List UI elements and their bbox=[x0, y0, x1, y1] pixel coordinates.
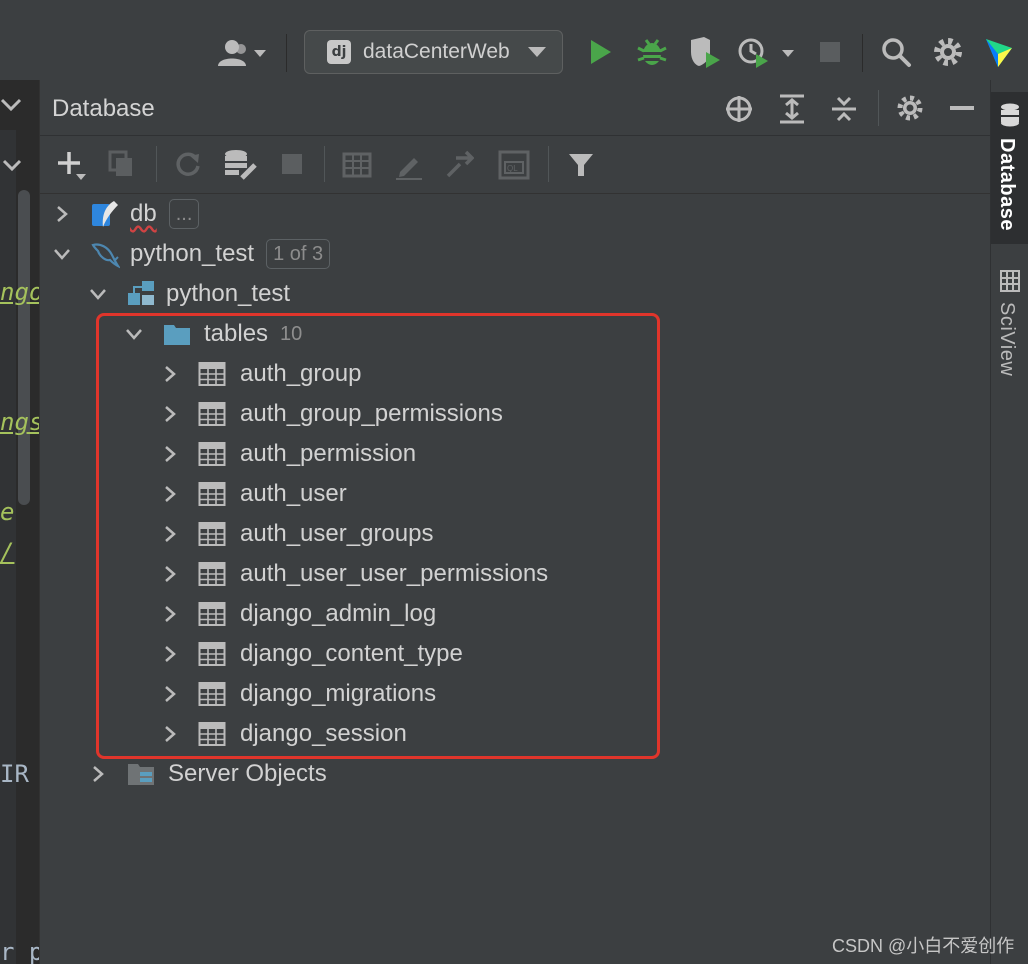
tree-node-connection[interactable]: python_test 1 of 3 bbox=[52, 234, 331, 274]
more-badge[interactable]: ... bbox=[168, 199, 200, 229]
right-tool-window-strip: Database SciView bbox=[990, 80, 1028, 964]
toolbox-app-icon[interactable] bbox=[982, 36, 1016, 70]
tree-node-db[interactable]: db ... bbox=[52, 194, 200, 234]
refresh-icon bbox=[174, 150, 202, 183]
debug-icon[interactable] bbox=[636, 36, 668, 68]
user-icon[interactable] bbox=[214, 36, 270, 70]
coverage-icon[interactable] bbox=[688, 36, 722, 70]
jump-to-source-icon bbox=[444, 150, 475, 185]
code-fragment: ngs bbox=[0, 408, 40, 436]
data-source-properties-icon[interactable] bbox=[222, 148, 258, 185]
watermark: CSDN @小白不爱创作 bbox=[832, 936, 1015, 956]
sqlite-icon bbox=[90, 199, 120, 229]
locate-crosshair-icon[interactable] bbox=[724, 94, 754, 129]
stop-icon[interactable] bbox=[820, 42, 840, 62]
edit-pencil-icon bbox=[394, 150, 424, 185]
minimize-panel-icon[interactable] bbox=[950, 106, 974, 110]
database-toolbar: QL bbox=[40, 136, 990, 194]
table-view-icon bbox=[342, 152, 372, 183]
node-label: python_test bbox=[166, 280, 291, 307]
code-fragment: / bbox=[0, 538, 15, 566]
chevron-down-icon[interactable] bbox=[2, 158, 22, 176]
chevron-down-icon[interactable] bbox=[0, 98, 22, 117]
run-icon[interactable] bbox=[588, 38, 614, 66]
duplicate-icon bbox=[108, 150, 134, 183]
chevron-down-icon[interactable] bbox=[88, 274, 108, 314]
tab-sciview[interactable]: SciView bbox=[991, 260, 1028, 390]
tree-node-server-objects[interactable]: Server Objects bbox=[88, 754, 327, 794]
run-configuration-selector[interactable]: dj dataCenterWeb bbox=[304, 30, 563, 74]
sciview-grid-icon bbox=[1000, 270, 1020, 297]
database-cylinder-icon bbox=[999, 102, 1021, 133]
mysql-dolphin-icon bbox=[90, 239, 122, 269]
collapse-all-icon[interactable] bbox=[830, 94, 858, 129]
run-configuration-name: dataCenterWeb bbox=[363, 40, 510, 63]
chevron-down-icon bbox=[528, 47, 546, 57]
code-fragment: e bbox=[0, 498, 15, 526]
schema-count-badge[interactable]: 1 of 3 bbox=[266, 239, 331, 269]
server-objects-icon bbox=[126, 759, 156, 789]
django-icon: dj bbox=[327, 40, 351, 64]
settings-gear-icon[interactable] bbox=[932, 36, 964, 68]
highlight-annotation-box bbox=[96, 313, 660, 759]
chevron-down-icon[interactable] bbox=[52, 234, 72, 274]
schema-icon bbox=[126, 279, 156, 309]
main-toolbar: dj dataCenterWeb bbox=[0, 0, 1028, 80]
node-label: db bbox=[130, 200, 157, 227]
expand-all-icon[interactable] bbox=[778, 94, 806, 129]
code-fragment: ngo bbox=[0, 278, 40, 306]
tree-node-schema[interactable]: python_test bbox=[88, 274, 290, 314]
stop-icon bbox=[282, 154, 302, 174]
tab-database[interactable]: Database bbox=[991, 92, 1028, 244]
code-fragment: IR bbox=[0, 760, 29, 788]
chevron-right-icon[interactable] bbox=[88, 754, 108, 794]
profile-icon[interactable] bbox=[736, 36, 800, 70]
filter-icon[interactable] bbox=[568, 152, 594, 183]
search-icon[interactable] bbox=[880, 36, 912, 68]
panel-settings-gear-icon[interactable] bbox=[896, 94, 924, 127]
query-console-icon: QL bbox=[498, 150, 530, 185]
add-icon[interactable] bbox=[58, 150, 88, 187]
svg-text:QL: QL bbox=[507, 164, 518, 173]
tab-label: Database bbox=[996, 138, 1018, 231]
database-panel-header: Database bbox=[40, 80, 990, 136]
tab-label: SciView bbox=[996, 302, 1018, 377]
panel-title: Database bbox=[52, 95, 155, 122]
editor-area-fragment: ngo ngs e / IR r p bbox=[0, 80, 40, 964]
node-label: python_test bbox=[130, 240, 255, 267]
editor-scrollbar[interactable] bbox=[18, 190, 30, 505]
chevron-right-icon[interactable] bbox=[52, 194, 72, 234]
node-label: Server Objects bbox=[168, 760, 327, 787]
code-fragment: r p bbox=[0, 938, 40, 964]
